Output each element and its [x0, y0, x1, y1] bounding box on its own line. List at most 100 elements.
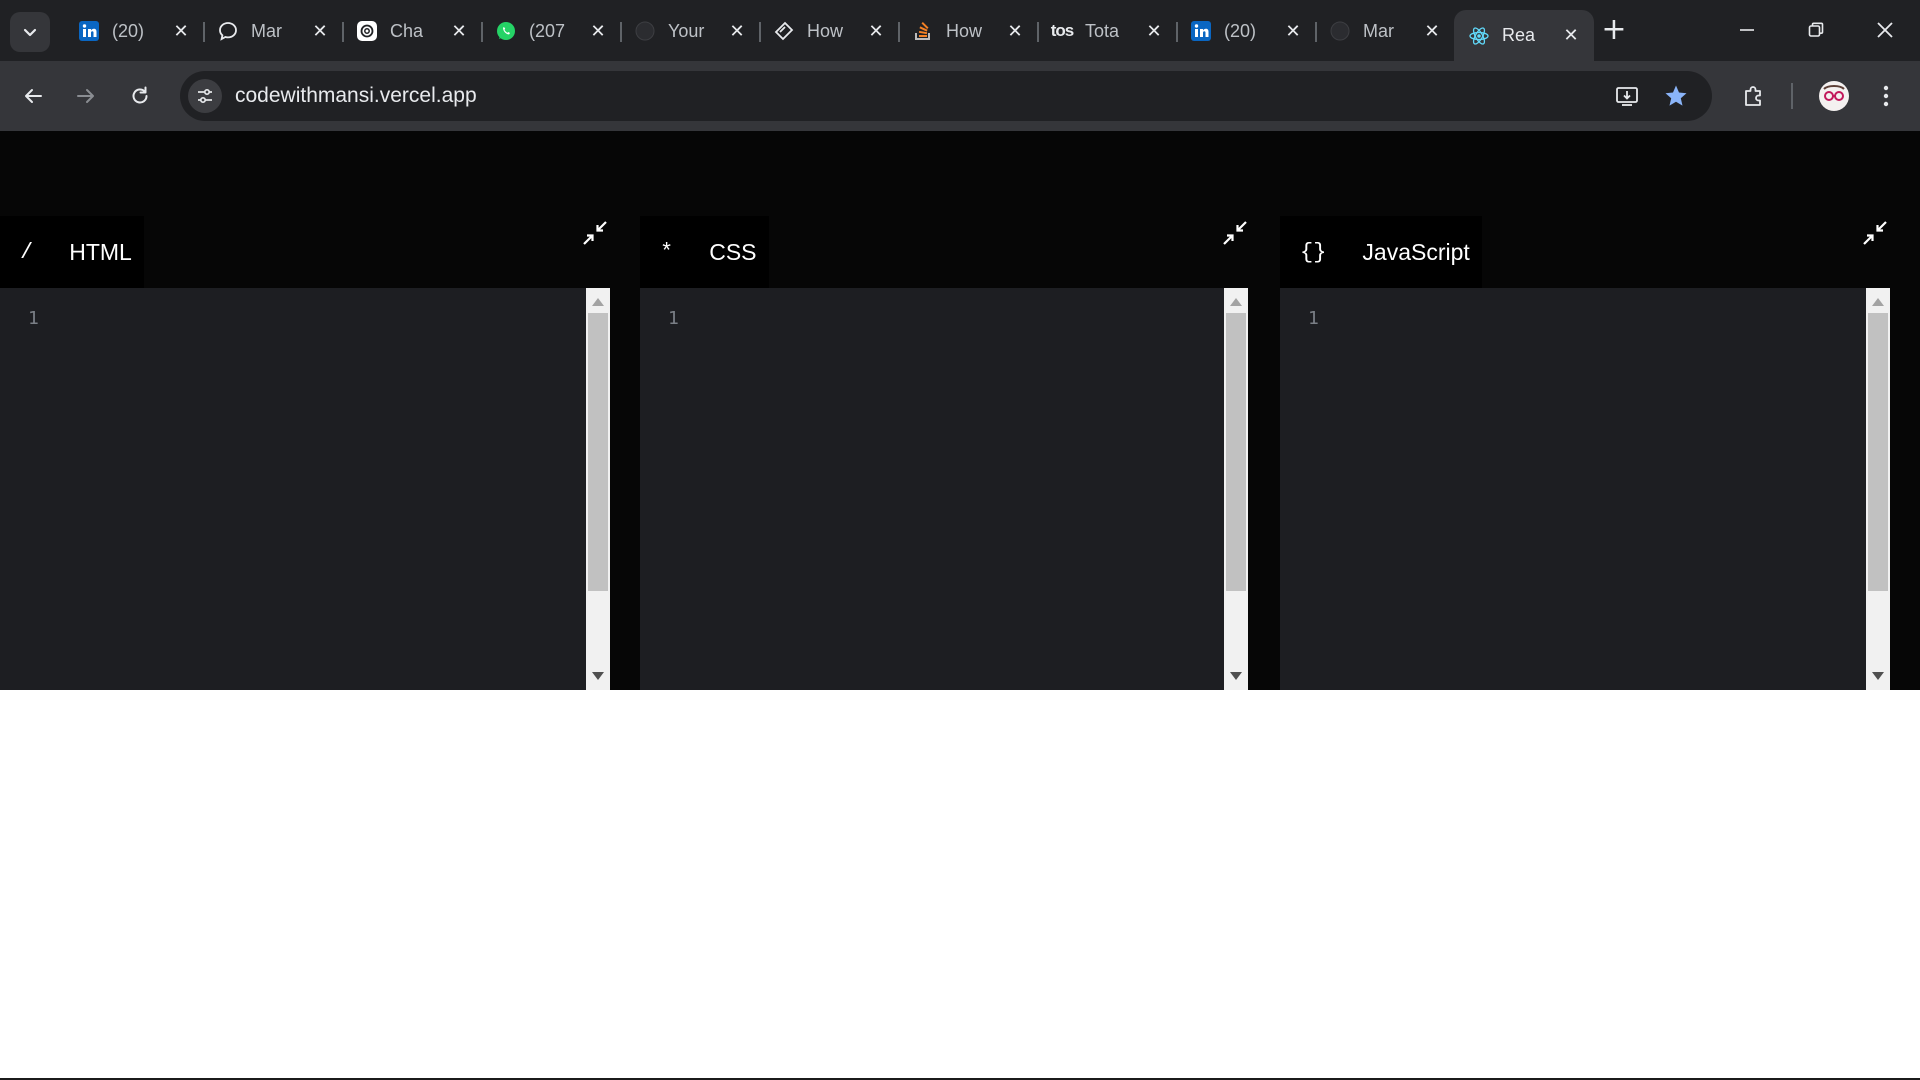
hashnode-icon — [773, 20, 795, 42]
scroll-down-arrow[interactable] — [1230, 672, 1242, 680]
tune-icon — [198, 88, 212, 104]
avatar-icon — [1819, 81, 1849, 111]
minimize-button[interactable] — [1724, 10, 1770, 50]
browser-tab-active[interactable]: Rea ✕ — [1454, 10, 1594, 61]
scrollbar-thumb[interactable] — [588, 313, 608, 591]
close-icon[interactable]: ✕ — [726, 20, 748, 42]
close-icon[interactable]: ✕ — [587, 20, 609, 42]
tos-logo-text: tos — [1050, 21, 1074, 40]
linkedin-icon — [1190, 20, 1212, 42]
html-code-editor[interactable]: 1 — [0, 288, 586, 690]
scroll-down-arrow[interactable] — [592, 672, 604, 680]
github-icon — [1329, 20, 1351, 42]
star-icon — [1665, 85, 1687, 106]
browser-tab[interactable]: (207 ✕ — [481, 10, 622, 52]
browser-tab[interactable]: (20) ✕ — [1176, 10, 1317, 52]
html-editor-pane: / HTML 1 — [0, 216, 610, 690]
js-editor-pane: {} JavaScript 1 — [1280, 216, 1890, 690]
tab-strip: (20) ✕ Mar ✕ Cha ✕ (207 ✕ Your ✕ How ✕ H… — [0, 0, 1920, 61]
back-button[interactable] — [15, 78, 51, 114]
js-collapse-button[interactable] — [1858, 216, 1892, 250]
openai-icon — [356, 20, 378, 42]
collapse-icon — [1223, 221, 1247, 245]
address-bar[interactable]: codewithmansi.vercel.app — [180, 71, 1712, 121]
tab-title: Rea — [1502, 25, 1536, 45]
tab-title: (20) — [112, 20, 145, 41]
browser-tab[interactable]: Mar ✕ — [1315, 10, 1455, 52]
react-icon — [1468, 25, 1490, 47]
arrow-right-icon — [77, 89, 94, 103]
stackoverflow-icon — [912, 20, 934, 42]
html-collapse-button[interactable] — [578, 216, 612, 250]
reload-button[interactable] — [122, 78, 158, 114]
linkedin-icon — [78, 20, 100, 42]
css-editor-scrollbar[interactable] — [1224, 288, 1248, 690]
tos-icon: tos — [1050, 20, 1074, 42]
chat-bubble-icon — [217, 20, 239, 42]
scroll-up-arrow[interactable] — [1230, 298, 1242, 306]
install-app-button[interactable] — [1609, 78, 1645, 114]
css-collapse-button[interactable] — [1218, 216, 1252, 250]
restore-button[interactable] — [1793, 10, 1839, 50]
scrollbar-thumb[interactable] — [1226, 313, 1246, 591]
html-editor-title: HTML — [69, 238, 132, 265]
site-info-button[interactable] — [188, 79, 222, 113]
close-icon[interactable]: ✕ — [1560, 25, 1582, 47]
profile-avatar[interactable] — [1815, 77, 1853, 115]
tab-title: How — [807, 20, 844, 41]
minimize-icon — [1740, 29, 1754, 31]
tab-title: Mar — [1363, 20, 1394, 41]
html-editor-symbol: / — [20, 239, 34, 265]
line-number: 1 — [668, 308, 679, 329]
close-icon[interactable]: ✕ — [1282, 20, 1304, 42]
scroll-up-arrow[interactable] — [1872, 298, 1884, 306]
bookmark-button[interactable] — [1658, 78, 1694, 114]
extensions-button[interactable] — [1736, 78, 1772, 114]
restore-icon — [1808, 22, 1824, 37]
close-icon[interactable]: ✕ — [448, 20, 470, 42]
css-code-editor[interactable]: 1 — [640, 288, 1224, 690]
scrollbar-thumb[interactable] — [1868, 313, 1888, 591]
close-icon[interactable]: ✕ — [309, 20, 331, 42]
tab-title: Mar — [251, 20, 282, 41]
browser-tab[interactable]: Your ✕ — [620, 10, 761, 52]
close-icon[interactable]: ✕ — [1421, 20, 1443, 42]
close-icon[interactable]: ✕ — [170, 20, 192, 42]
html-editor-tab: / HTML — [0, 216, 144, 288]
close-icon[interactable]: ✕ — [1143, 20, 1165, 42]
browser-tab[interactable]: Cha ✕ — [342, 10, 483, 52]
js-editor-symbol: {} — [1300, 239, 1327, 265]
close-window-button[interactable] — [1862, 10, 1908, 50]
css-editor-title: CSS — [709, 238, 757, 265]
css-editor-tab: * CSS — [640, 216, 769, 288]
reload-icon — [132, 86, 148, 104]
tab-search-button[interactable] — [10, 12, 50, 52]
close-icon[interactable]: ✕ — [1004, 20, 1026, 42]
browser-tab[interactable]: (20) ✕ — [64, 10, 205, 52]
scroll-up-arrow[interactable] — [592, 298, 604, 306]
install-icon — [1616, 87, 1638, 106]
tab-title: Cha — [390, 20, 424, 41]
browser-tab[interactable]: How ✕ — [898, 10, 1039, 52]
html-editor-scrollbar[interactable] — [586, 288, 610, 690]
tab-title: (20) — [1224, 20, 1257, 41]
js-code-editor[interactable]: 1 — [1280, 288, 1866, 690]
browser-tab[interactable]: tos Tota ✕ — [1037, 10, 1178, 52]
js-editor-title: JavaScript — [1362, 238, 1470, 265]
scroll-down-arrow[interactable] — [1872, 672, 1884, 680]
forward-button[interactable] — [68, 78, 104, 114]
editor-area: / HTML 1 * CSS 1 {} JavaScript 1 — [0, 131, 1920, 690]
browser-tab[interactable]: Mar ✕ — [203, 10, 344, 52]
url-text: codewithmansi.vercel.app — [235, 84, 477, 107]
js-editor-scrollbar[interactable] — [1866, 288, 1890, 690]
close-icon[interactable]: ✕ — [865, 20, 887, 42]
new-tab-button[interactable]: + — [1598, 15, 1630, 47]
css-editor-symbol: * — [660, 239, 674, 265]
toolbar-divider — [1791, 83, 1793, 109]
browser-tab[interactable]: How ✕ — [759, 10, 900, 52]
tab-title: Tota — [1085, 20, 1120, 41]
tab-title: Your — [668, 20, 705, 41]
browser-menu-button[interactable] — [1868, 78, 1904, 114]
css-editor-pane: * CSS 1 — [640, 216, 1248, 690]
line-number: 1 — [28, 308, 39, 329]
